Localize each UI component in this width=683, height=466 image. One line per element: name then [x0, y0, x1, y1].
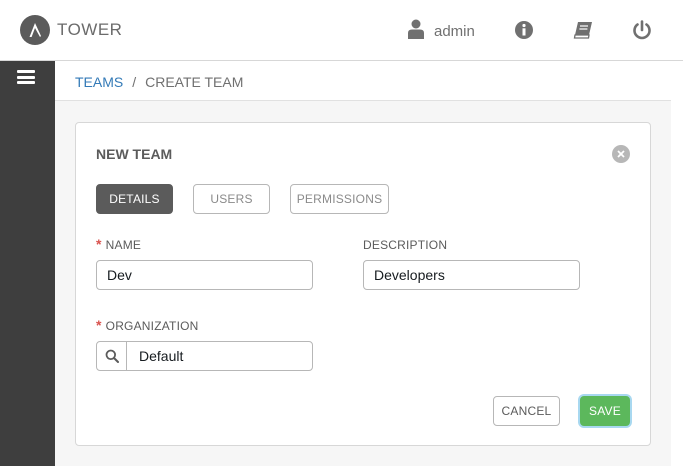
main-content: TEAMS / CREATE TEAM NEW TEAM DETAILS USE… [55, 61, 671, 466]
cancel-button[interactable]: CANCEL [493, 396, 560, 426]
info-icon[interactable] [513, 19, 535, 41]
description-input[interactable]: Developers [363, 260, 580, 290]
organization-lookup: Default [96, 341, 313, 371]
menu-hamburger-icon[interactable] [17, 70, 35, 84]
description-label: DESCRIPTION [363, 238, 448, 252]
breadcrumb-teams-link[interactable]: TEAMS [75, 74, 123, 90]
tab-users[interactable]: USERS [193, 184, 270, 214]
tab-details[interactable]: DETAILS [96, 184, 173, 214]
ansible-logo-icon [20, 15, 50, 45]
panel-title: NEW TEAM [96, 146, 173, 162]
user-icon [408, 19, 424, 44]
book-icon[interactable] [572, 19, 594, 41]
save-button[interactable]: SAVE [580, 396, 630, 426]
new-team-panel: NEW TEAM DETAILS USERS PERMISSIONS * NAME… [75, 122, 651, 446]
brand-name: TOWER [57, 20, 123, 39]
close-icon[interactable] [612, 145, 630, 163]
required-marker: * [96, 317, 102, 333]
organization-label: * ORGANIZATION [96, 317, 199, 333]
username: admin [434, 23, 475, 40]
sidebar [0, 61, 55, 466]
name-label: * NAME [96, 236, 142, 252]
breadcrumb-current: CREATE TEAM [145, 74, 244, 90]
top-header: TOWER admin [0, 0, 683, 61]
scroll-gutter [671, 61, 683, 466]
user-menu[interactable]: admin [408, 19, 475, 44]
power-icon[interactable] [631, 19, 653, 41]
search-icon[interactable] [97, 342, 127, 370]
breadcrumb-bar: TEAMS / CREATE TEAM [55, 61, 671, 101]
breadcrumb-separator: / [132, 74, 137, 90]
brand-logo[interactable]: TOWER [20, 15, 122, 45]
tab-permissions[interactable]: PERMISSIONS [290, 184, 389, 214]
required-marker: * [96, 236, 102, 252]
name-input[interactable]: Dev [96, 260, 313, 290]
breadcrumb: TEAMS / CREATE TEAM [75, 74, 243, 90]
organization-input[interactable]: Default [127, 342, 312, 370]
